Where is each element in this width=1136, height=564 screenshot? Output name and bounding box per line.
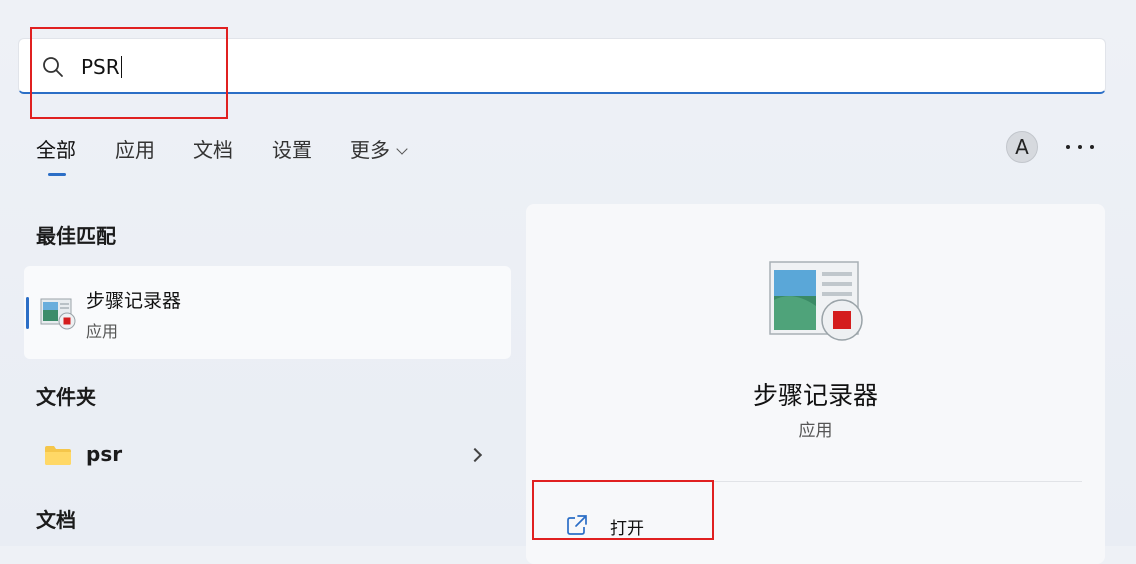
tab-more[interactable]: 更多 bbox=[350, 134, 408, 163]
active-tab-indicator bbox=[48, 173, 66, 176]
folder-name: psr bbox=[86, 442, 123, 466]
tab-more-label: 更多 bbox=[350, 138, 390, 162]
detail-app-type: 应用 bbox=[798, 421, 833, 441]
chevron-down-icon bbox=[396, 143, 408, 155]
best-match-name: 步骤记录器 bbox=[86, 290, 182, 312]
steps-recorder-icon bbox=[769, 261, 863, 341]
highlight-search-box bbox=[30, 27, 228, 119]
best-match-type: 应用 bbox=[86, 322, 119, 341]
steps-recorder-icon bbox=[40, 298, 76, 330]
tab-all[interactable]: 全部 bbox=[36, 134, 76, 163]
list-item[interactable]: psr bbox=[24, 426, 511, 482]
folders-title: 文件夹 bbox=[36, 385, 96, 409]
tab-documents[interactable]: 文档 bbox=[193, 134, 233, 163]
more-icon[interactable] bbox=[1066, 135, 1094, 159]
tab-apps[interactable]: 应用 bbox=[115, 134, 155, 163]
avatar-letter: A bbox=[1015, 135, 1029, 159]
folder-icon bbox=[45, 446, 71, 465]
highlight-open-action bbox=[532, 480, 714, 540]
best-match-item[interactable]: 步骤记录器 应用 bbox=[24, 266, 511, 359]
detail-app-name: 步骤记录器 bbox=[752, 381, 878, 410]
selection-indicator bbox=[26, 297, 29, 329]
documents-title: 文档 bbox=[36, 508, 76, 532]
tab-settings[interactable]: 设置 bbox=[272, 134, 312, 163]
best-match-title: 最佳匹配 bbox=[36, 224, 116, 248]
avatar[interactable]: A bbox=[1006, 131, 1038, 163]
chevron-right-icon[interactable] bbox=[467, 447, 483, 463]
